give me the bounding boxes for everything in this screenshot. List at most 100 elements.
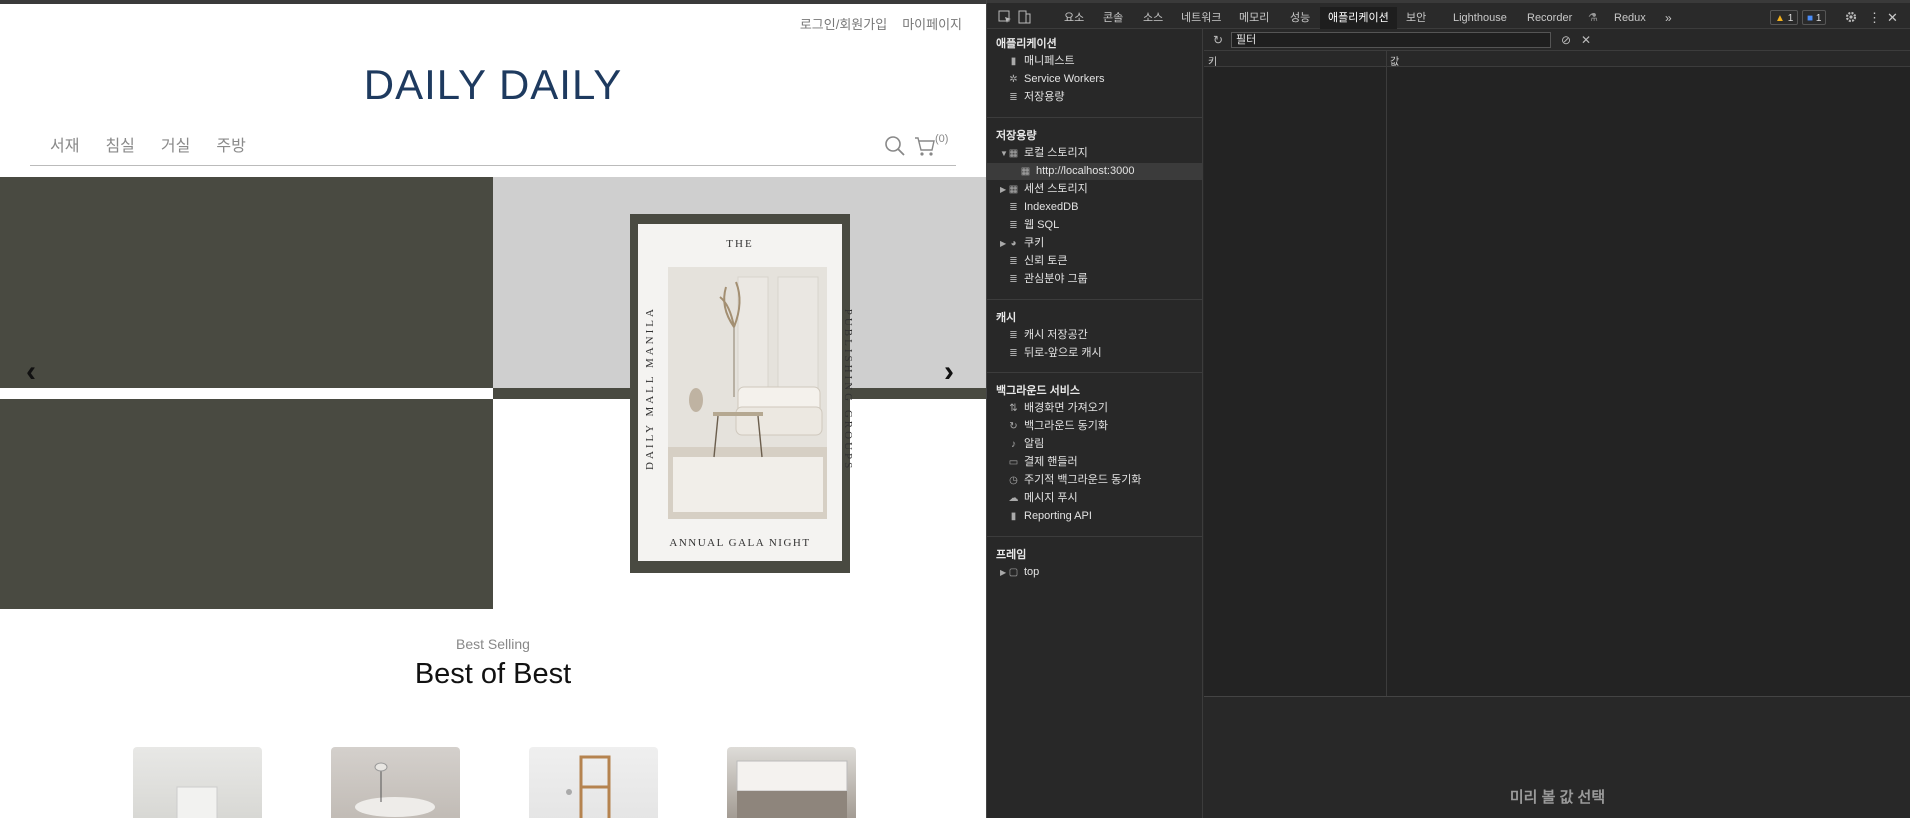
sidebar-item-label: 메시지 푸시 [1024, 492, 1078, 504]
device-toolbar-icon[interactable] [1017, 10, 1031, 24]
storage-table-body[interactable] [1204, 67, 1910, 696]
sidebar-item-reporting-api[interactable]: ▮ Reporting API [1007, 508, 1092, 525]
collapse-triangle-icon[interactable]: ▶ [1000, 185, 1006, 194]
column-divider[interactable] [1386, 51, 1387, 696]
sidebar-item-service-workers[interactable]: ✲ Service Workers [1007, 71, 1104, 88]
product-card[interactable] [727, 747, 856, 818]
sidebar-item-localhost-origin[interactable]: ▦ http://localhost:3000 [1019, 163, 1135, 180]
sidebar-item-storage[interactable]: ≣ 저장용량 [1007, 89, 1064, 106]
application-sidebar: 애플리케이션 ▮ 매니페스트 ✲ Service Workers ≣ 저장용량 저장용… [987, 29, 1203, 818]
sidebar-item-payment-handler[interactable]: ▭ 결제 핸들러 [1007, 454, 1078, 471]
sidebar-item-web-sql[interactable]: ≣ 웹 SQL [1007, 217, 1059, 234]
sidebar-item-background-fetch[interactable]: ⇅ 배경화면 가져오기 [1007, 400, 1108, 417]
cloud-icon: ☁ [1008, 493, 1019, 504]
message-icon: ■ [1807, 13, 1814, 24]
more-tabs-icon[interactable]: » [1662, 7, 1675, 29]
inspect-element-icon[interactable] [998, 10, 1012, 24]
category-bedroom[interactable]: 침실 [105, 132, 134, 156]
messages-badge[interactable]: ■ 1 [1802, 10, 1827, 25]
close-devtools-icon[interactable]: ✕ [1884, 7, 1901, 29]
product-card[interactable] [529, 747, 658, 818]
mypage-link[interactable]: 마이페이지 [902, 14, 962, 33]
tab-lighthouse[interactable]: Lighthouse [1450, 7, 1510, 29]
sidebar-item-frame-top[interactable]: ▢ top [1007, 564, 1040, 581]
grid-icon: ▦ [1008, 148, 1019, 159]
sidebar-item-trust-tokens[interactable]: ≣ 신뢰 토큰 [1007, 253, 1068, 270]
collapse-triangle-icon[interactable]: ▶ [1000, 239, 1006, 248]
product-card[interactable] [133, 747, 262, 818]
tab-performance[interactable]: 성능 [1287, 7, 1313, 29]
warnings-badge[interactable]: ▲ 1 [1770, 10, 1799, 25]
sidebar-item-label: http://localhost:3000 [1036, 165, 1135, 177]
sidebar-item-manifest[interactable]: ▮ 매니페스트 [1007, 53, 1075, 70]
warning-icon: ▲ [1775, 13, 1785, 24]
sidebar-item-background-sync[interactable]: ↻ 백그라운드 동기화 [1007, 418, 1108, 435]
site-logo[interactable]: DAILY DAILY [0, 61, 986, 109]
tab-application[interactable]: 애플리케이션 [1320, 7, 1397, 29]
tab-sources[interactable]: 소스 [1140, 7, 1166, 29]
tab-security[interactable]: 보안 [1403, 7, 1429, 29]
column-key[interactable]: 키 [1208, 53, 1217, 68]
slide-left-panel [0, 177, 493, 609]
sidebar-item-label: 세션 스토리지 [1024, 183, 1088, 195]
product-card[interactable] [331, 747, 460, 818]
search-icon[interactable] [884, 135, 906, 157]
database-icon: ≣ [1009, 274, 1018, 285]
file-icon: ▮ [1010, 511, 1017, 522]
more-options-icon[interactable]: ⋮ [1865, 7, 1884, 29]
devtools-tabbar: 요소 콘솔 소스 네트워크 메모리 성능 애플리케이션 보안 Lighthous… [987, 0, 1910, 29]
file-icon: ▮ [1010, 56, 1017, 67]
sidebar-item-periodic-background-sync[interactable]: ◷ 주기적 백그라운드 동기화 [1007, 472, 1141, 489]
filter-input[interactable] [1231, 32, 1551, 48]
sidebar-separator [987, 372, 1203, 373]
slide-gap [0, 388, 493, 399]
sidebar-item-interest-groups[interactable]: ≣ 관심분야 그룹 [1007, 271, 1088, 288]
tab-memory[interactable]: 메모리 [1236, 7, 1272, 29]
cart-icon[interactable] [914, 135, 936, 157]
section-frames: 프레임 [996, 549, 1027, 561]
tab-redux[interactable]: Redux [1611, 7, 1649, 29]
delete-selected-icon[interactable]: ✕ [1579, 33, 1593, 47]
slider-next-button[interactable]: › [944, 355, 954, 389]
sidebar-item-cookies[interactable]: ◕ 쿠키 [1007, 235, 1044, 252]
refresh-icon[interactable]: ↻ [1211, 33, 1225, 47]
category-kitchen[interactable]: 주방 [216, 132, 245, 156]
poster-left-text: DAILY MALL MANILA [644, 306, 656, 470]
category-living-room[interactable]: 거실 [161, 132, 190, 156]
sidebar-item-label: 매니페스트 [1024, 55, 1075, 67]
tab-recorder[interactable]: Recorder [1524, 7, 1575, 29]
sidebar-separator [987, 536, 1203, 537]
sidebar-item-push-messaging[interactable]: ☁ 메시지 푸시 [1007, 490, 1078, 507]
grid-icon: ▦ [1020, 166, 1031, 177]
sidebar-item-back-forward-cache[interactable]: ≣ 뒤로-앞으로 캐시 [1007, 345, 1101, 362]
sidebar-item-label: 신뢰 토큰 [1024, 255, 1068, 267]
sidebar-item-local-storage[interactable]: ▦ 로컬 스토리지 [1007, 145, 1088, 162]
sidebar-item-label: 웹 SQL [1024, 219, 1060, 231]
sidebar-separator [987, 299, 1203, 300]
collapse-triangle-icon[interactable]: ▶ [1000, 568, 1006, 577]
product-image [566, 755, 611, 818]
settings-gear-icon[interactable] [1844, 10, 1858, 24]
value-preview-pane: 미리 볼 값 선택 [1204, 697, 1910, 818]
sidebar-item-label: 배경화면 가져오기 [1024, 402, 1109, 414]
warnings-count: 1 [1787, 13, 1794, 24]
product-image [176, 786, 218, 818]
sidebar-item-session-storage[interactable]: ▦ 세션 스토리지 [1007, 181, 1088, 198]
tab-network[interactable]: 네트워크 [1178, 7, 1224, 29]
sidebar-item-indexeddb[interactable]: ≣ IndexedDB [1007, 199, 1078, 216]
sidebar-item-label: Service Workers [1024, 73, 1105, 85]
clear-all-icon[interactable]: ⊘ [1559, 33, 1573, 47]
sidebar-item-notifications[interactable]: ♪ 알림 [1007, 436, 1044, 453]
best-selling-subtitle: Best Selling [456, 636, 530, 652]
tab-elements[interactable]: 요소 [1061, 7, 1087, 29]
column-value[interactable]: 값 [1390, 53, 1399, 68]
tab-console[interactable]: 콘솔 [1100, 7, 1126, 29]
sidebar-item-label: 관심분야 그룹 [1024, 273, 1088, 285]
category-study[interactable]: 서재 [50, 132, 79, 156]
slider-prev-button[interactable]: ‹ [26, 355, 36, 389]
product-image [355, 762, 435, 817]
login-signup-link[interactable]: 로그인/회원가입 [800, 14, 887, 33]
sidebar-item-label: Reporting API [1024, 510, 1092, 522]
sidebar-item-cache-storage[interactable]: ≣ 캐시 저장공간 [1007, 327, 1087, 344]
nav-divider [30, 165, 956, 166]
